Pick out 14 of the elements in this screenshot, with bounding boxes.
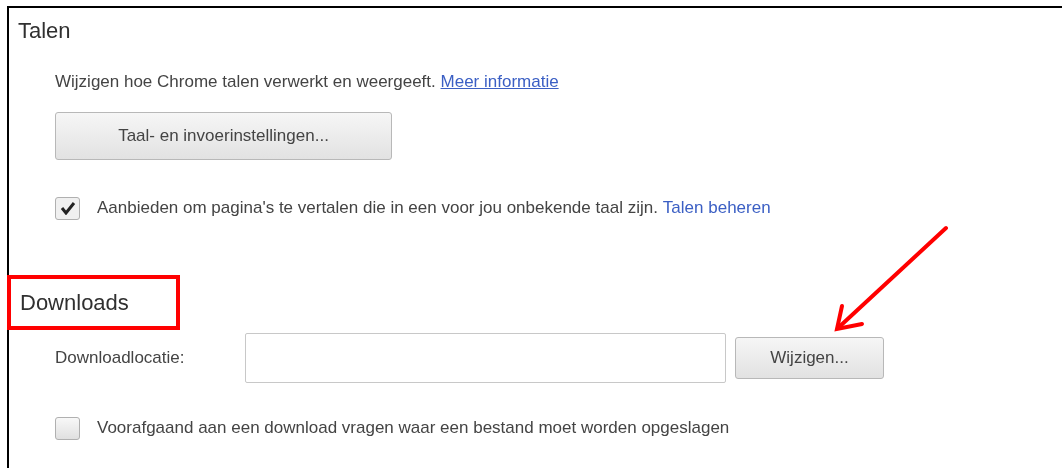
checkbox-label: Aanbieden om pagina's te vertalen die in een voor jou onbekende taal zijn. bbox=[97, 197, 658, 220]
settings-button[interactable]: Taal- en invoerinstellingen... bbox=[55, 112, 392, 160]
description-text: Wijzigen hoe Chrome talen verwerkt en weergeeft. Meer informatie bbox=[55, 71, 559, 94]
check-icon bbox=[59, 201, 76, 215]
checkbox[interactable] bbox=[55, 416, 80, 440]
location-field[interactable] bbox=[245, 333, 726, 383]
info-link[interactable]: Meer informatie bbox=[440, 72, 559, 92]
section-heading: Downloads bbox=[20, 289, 129, 317]
manage-link[interactable]: Talen beheren bbox=[662, 195, 771, 221]
field-label: Downloadlocatie: bbox=[55, 347, 186, 370]
checkbox-label: Voorafgaand aan een download vragen waar een bestand moet worden opgeslagen bbox=[97, 417, 730, 440]
checkbox[interactable] bbox=[55, 196, 80, 220]
change-button[interactable]: Wijzigen... bbox=[735, 337, 884, 379]
section-heading: Talen bbox=[18, 16, 71, 45]
